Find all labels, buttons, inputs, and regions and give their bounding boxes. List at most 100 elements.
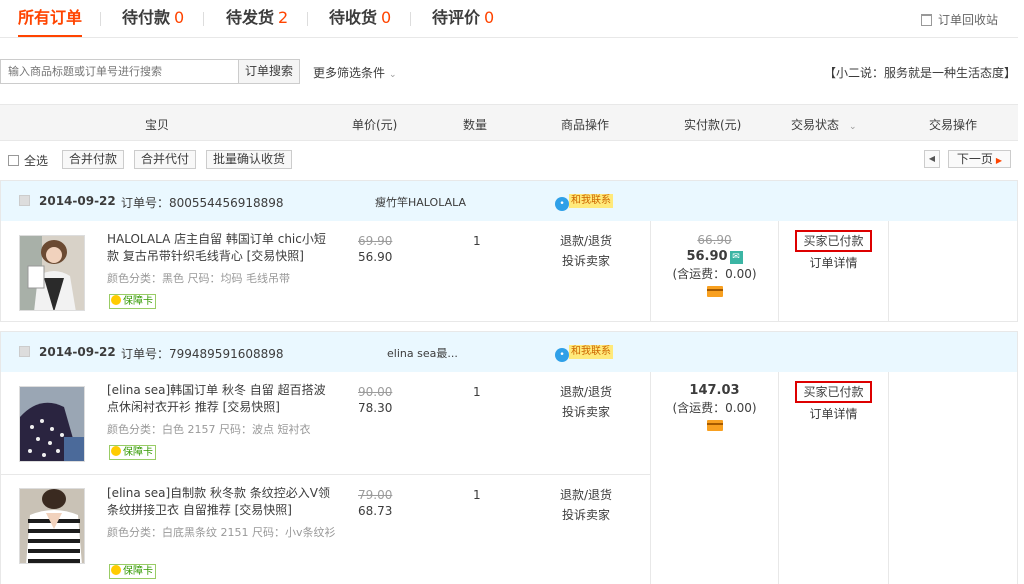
tab-divider bbox=[100, 12, 101, 26]
prev-page-button[interactable]: ◀ bbox=[924, 150, 940, 168]
credit-card-icon bbox=[706, 286, 723, 297]
complain-seller-link[interactable]: 投诉卖家 bbox=[546, 505, 626, 525]
product-spec: 颜色分类：黑色 尺码：均码 毛线吊带 bbox=[107, 272, 290, 285]
merge-proxy-pay-button[interactable]: 合并代付 bbox=[134, 150, 197, 169]
shipping-fee: (含运费：0.00) bbox=[672, 401, 757, 415]
unit-price: 56.90 bbox=[358, 250, 393, 264]
recycle-bin-link[interactable]: 订单回收站 bbox=[920, 11, 998, 28]
unit-price: 68.73 bbox=[358, 504, 393, 518]
shield-icon bbox=[111, 565, 121, 575]
order-checkbox[interactable] bbox=[19, 195, 30, 206]
payment-cell: 147.03 (含运费：0.00) bbox=[650, 372, 779, 584]
col-item-actions: 商品操作 bbox=[561, 118, 610, 132]
product-spec: 颜色分类：白色 2157 尺码：波点 短衬衣 bbox=[107, 423, 311, 436]
order-number: 订单号：799489591608898 bbox=[121, 347, 284, 361]
shop-name-link[interactable]: 瘦竹竿HALOLALA bbox=[375, 194, 466, 210]
complain-seller-link[interactable]: 投诉卖家 bbox=[546, 402, 626, 422]
tab-label: 所有订单 bbox=[18, 8, 83, 27]
tab-label: 待付款 bbox=[122, 8, 171, 27]
batch-confirm-receipt-button[interactable]: 批量确认收货 bbox=[206, 150, 293, 169]
contact-seller-button[interactable]: • 和我联系 bbox=[555, 344, 613, 362]
chevron-left-icon: ◀ bbox=[928, 154, 936, 163]
recycle-label: 订单回收站 bbox=[937, 13, 998, 27]
tab-label: 待发货 bbox=[226, 8, 275, 27]
chat-bubble-icon: • bbox=[555, 197, 569, 211]
order-item: HALOLALA 店主自留 韩国订单 chic小短款 复古吊带针织毛线背心 [交… bbox=[1, 221, 651, 322]
select-all[interactable]: 全选 bbox=[8, 152, 48, 169]
next-page-label: 下一页 bbox=[956, 152, 993, 166]
order-item: [elina sea]自制款 秋冬款 条纹控必入V领条纹拼接卫衣 自留推荐 [交… bbox=[1, 475, 651, 584]
more-filters-toggle[interactable]: 更多筛选条件 ⌄ bbox=[313, 64, 397, 81]
status-badge: 买家已付款 bbox=[795, 381, 872, 403]
trade-actions-cell bbox=[889, 221, 1019, 322]
shipping-fee: (含运费：0.00) bbox=[672, 267, 757, 281]
tab-pending-receipt[interactable]: 待收货 0 bbox=[329, 0, 391, 37]
product-thumbnail[interactable] bbox=[19, 386, 85, 462]
paid-amount: 147.03 bbox=[689, 383, 740, 398]
status-badge: 买家已付款 bbox=[795, 230, 872, 252]
contact-seller-button[interactable]: • 和我联系 bbox=[555, 193, 613, 211]
trade-actions-cell bbox=[889, 372, 1019, 584]
guarantee-badge[interactable]: 保障卡 bbox=[109, 564, 156, 579]
payment-cell: 66.90 56.90 ✉ (含运费：0.00) bbox=[650, 221, 779, 322]
original-price: 90.00 bbox=[358, 385, 393, 399]
order-card: 2014-09-22 订单号：799489591608898 elina sea… bbox=[0, 331, 1018, 584]
order-card: 2014-09-22 订单号：800554456918898 瘦竹竿HALOLA… bbox=[0, 180, 1018, 322]
product-spec: 颜色分类：白底黑条纹 2151 尺码：小v条纹衫 bbox=[107, 526, 336, 539]
original-price: 69.90 bbox=[358, 234, 393, 248]
tab-divider bbox=[203, 12, 204, 26]
tab-pending-review[interactable]: 待评价 0 bbox=[432, 0, 494, 37]
col-trade-status[interactable]: 交易状态 ⌄ bbox=[791, 116, 857, 133]
col-trade-actions: 交易操作 bbox=[929, 118, 978, 132]
paid-value: 56.90 bbox=[686, 249, 728, 264]
status-cell: 买家已付款 订单详情 bbox=[779, 372, 889, 584]
more-filters-label: 更多筛选条件 bbox=[313, 66, 386, 80]
tab-count: 0 bbox=[381, 8, 392, 27]
order-tabs: 所有订单 待付款 0 待发货 2 待收货 0 待评价 0 订单回收站 bbox=[0, 0, 1018, 38]
guarantee-badge[interactable]: 保障卡 bbox=[109, 294, 156, 309]
refund-return-link[interactable]: 退款/退货 bbox=[546, 231, 626, 251]
order-header: 2014-09-22 订单号：799489591608898 elina sea… bbox=[1, 332, 1017, 372]
order-search-button[interactable]: 订单搜索 bbox=[238, 59, 300, 84]
col-paid-amount: 实付款(元) bbox=[684, 118, 742, 132]
tab-all-orders[interactable]: 所有订单 bbox=[18, 0, 83, 37]
shield-icon bbox=[111, 446, 121, 456]
complain-seller-link[interactable]: 投诉卖家 bbox=[546, 251, 626, 271]
order-search-input[interactable] bbox=[0, 59, 239, 84]
product-title-link[interactable]: [elina sea]自制款 秋冬款 条纹控必入V领条纹拼接卫衣 自留推荐 [交… bbox=[107, 485, 337, 519]
col-unit-price: 单价(元) bbox=[352, 118, 398, 132]
product-title-link[interactable]: HALOLALA 店主自留 韩国订单 chic小短款 复古吊带针织毛线背心 [交… bbox=[107, 231, 337, 265]
merge-pay-button[interactable]: 合并付款 bbox=[62, 150, 125, 169]
next-page-button[interactable]: 下一页 ▶ bbox=[948, 150, 1011, 168]
slogan-text: 【小二说：服务就是一种生活态度】 bbox=[823, 66, 1016, 80]
quantity: 1 bbox=[473, 385, 481, 399]
trash-icon bbox=[920, 14, 932, 26]
chat-bubble-icon: • bbox=[555, 348, 569, 362]
tab-pending-payment[interactable]: 待付款 0 bbox=[122, 0, 184, 37]
mobile-order-icon: ✉ bbox=[729, 251, 743, 264]
order-checkbox[interactable] bbox=[19, 346, 30, 357]
product-thumbnail[interactable] bbox=[19, 235, 85, 311]
product-title-link[interactable]: [elina sea]韩国订单 秋冬 自留 超百搭波点休闲衬衣开衫 推荐 [交易… bbox=[107, 382, 337, 416]
chevron-down-icon: ⌄ bbox=[849, 122, 857, 132]
badge-label: 保障卡 bbox=[123, 296, 153, 307]
badge-label: 保障卡 bbox=[123, 566, 153, 577]
item-actions: 退款/退货 投诉卖家 bbox=[546, 231, 626, 271]
unit-price: 78.30 bbox=[358, 401, 393, 415]
chevron-down-icon: ⌄ bbox=[389, 70, 397, 80]
quantity: 1 bbox=[473, 234, 481, 248]
tab-pending-shipment[interactable]: 待发货 2 bbox=[226, 0, 288, 37]
credit-card-icon bbox=[706, 420, 723, 431]
guarantee-badge[interactable]: 保障卡 bbox=[109, 445, 156, 460]
order-date: 2014-09-22 bbox=[39, 194, 116, 208]
shield-icon bbox=[111, 295, 121, 305]
order-detail-link[interactable]: 订单详情 bbox=[779, 254, 888, 271]
order-detail-link[interactable]: 订单详情 bbox=[779, 405, 888, 422]
table-header: 宝贝 单价(元) 数量 商品操作 实付款(元) 交易状态 ⌄ 交易操作 bbox=[0, 104, 1018, 141]
product-thumbnail[interactable] bbox=[19, 488, 85, 564]
shop-name-link[interactable]: elina sea最... bbox=[387, 345, 458, 361]
badge-label: 保障卡 bbox=[123, 447, 153, 458]
refund-return-link[interactable]: 退款/退货 bbox=[546, 485, 626, 505]
refund-return-link[interactable]: 退款/退货 bbox=[546, 382, 626, 402]
select-all-checkbox[interactable] bbox=[8, 155, 19, 166]
